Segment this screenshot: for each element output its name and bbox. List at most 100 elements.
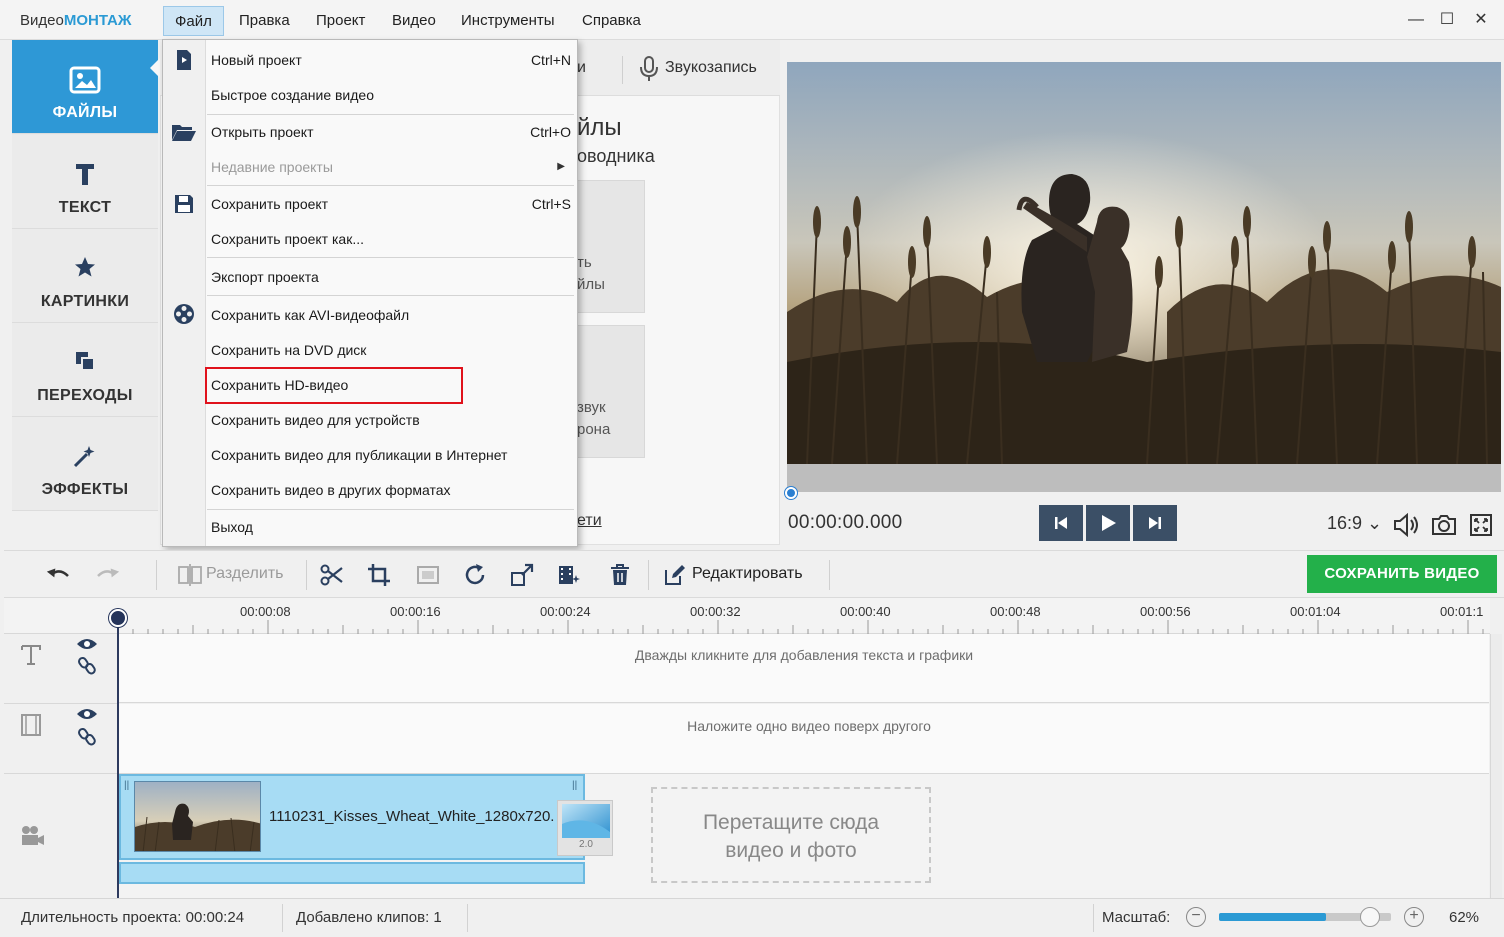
menu-item-save-for-web[interactable]: Сохранить видео для публикации в Интерне… [211, 441, 571, 469]
playhead[interactable] [109, 609, 127, 627]
ruler-tick-label: 00:01:04 [1290, 604, 1341, 619]
crop-icon[interactable] [367, 562, 391, 588]
zoom-out-button[interactable]: − [1186, 907, 1206, 927]
record-tab[interactable]: Звукозапись [665, 59, 757, 77]
menu-separator [207, 185, 574, 186]
sidebar-item-effects[interactable]: ЭФФЕКТЫ [12, 417, 158, 511]
sidebar-item-pictures[interactable]: КАРТИНКИ [12, 229, 158, 323]
menu-item-new-project[interactable]: Новый проект Ctrl+N [211, 46, 571, 74]
edit-button[interactable]: Редактировать [692, 565, 803, 583]
menu-item-save-other-formats[interactable]: Сохранить видео в других форматах [211, 476, 571, 504]
ruler-tick-label: 00:00:24 [540, 604, 591, 619]
drop-zone[interactable]: Перетащите сюда видео и фото [651, 787, 931, 883]
menu-item-save-for-devices[interactable]: Сохранить видео для устройств [211, 406, 571, 434]
sidebar-item-label: ФАЙЛЫ [52, 104, 118, 121]
video-preview[interactable] [787, 62, 1501, 464]
menu-item-save-project[interactable]: Сохранить проект Ctrl+S [211, 190, 571, 218]
trash-icon[interactable] [609, 562, 631, 588]
project-duration: Длительность проекта: 00:00:24 [21, 909, 245, 926]
toolbar-separator [306, 560, 307, 590]
rotate-icon[interactable] [463, 562, 487, 588]
panel-link[interactable]: ети [577, 512, 602, 530]
menu-item-save-avi[interactable]: Сохранить как AVI-видеофайл [211, 301, 571, 329]
menu-item-export-project[interactable]: Экспорт проекта [211, 263, 571, 291]
status-separator [1093, 904, 1094, 932]
menu-tools[interactable]: Инструменты [450, 6, 566, 36]
toolbar-separator [156, 560, 157, 590]
ruler-tick-label: 00:00:56 [1140, 604, 1191, 619]
overlay-track[interactable] [119, 704, 1489, 774]
timeline-scrollbar[interactable] [1490, 634, 1502, 898]
zoom-slider-handle[interactable] [1360, 907, 1380, 927]
menu-item-save-project-as[interactable]: Сохранить проект как... [211, 225, 571, 253]
sidebar-item-transitions[interactable]: ПЕРЕХОДЫ [12, 323, 158, 417]
split-icon [178, 562, 202, 588]
overlay-track-hint: Наложите одно видео поверх другого [687, 718, 931, 734]
film-effects-icon[interactable] [557, 562, 581, 588]
text-icon [12, 161, 158, 191]
next-frame-button[interactable] [1133, 505, 1177, 541]
scissors-icon[interactable] [320, 562, 344, 588]
timecode: 00:00:00.000 [788, 512, 903, 533]
eye-icon[interactable] [76, 636, 98, 652]
menu-project[interactable]: Проект [305, 6, 376, 36]
menu-item-quick-video[interactable]: Быстрое создание видео [211, 81, 571, 109]
menu-item-open-project[interactable]: Открыть проект Ctrl+O [211, 118, 571, 146]
ruler-ticks [118, 620, 1484, 634]
zoom-label: Масштаб: [1102, 909, 1171, 926]
ruler-tick-label: 00:00:48 [990, 604, 1041, 619]
microphone-icon [638, 55, 660, 83]
link-icon[interactable] [78, 727, 96, 747]
seek-handle[interactable] [785, 487, 797, 499]
status-separator [467, 904, 468, 932]
highlight-box [205, 367, 463, 404]
menu-video[interactable]: Видео [381, 6, 447, 36]
overlay-track-film-icon [20, 713, 42, 737]
menu-item-recent-projects[interactable]: Недавние проекты ▶ [211, 153, 571, 181]
menu-file[interactable]: Файл [163, 6, 224, 36]
app-title: ВидеоМОНТАЖ [20, 12, 132, 29]
previous-frame-button[interactable] [1039, 505, 1083, 541]
panel-tab-fragment[interactable]: и [577, 59, 586, 77]
seek-bar[interactable] [787, 464, 1501, 492]
card-label: ть [577, 254, 592, 271]
transition-slot[interactable]: 2.0 [557, 800, 613, 856]
aspect-ratio-select[interactable]: 16:9 ⌄ [1327, 513, 1382, 534]
audio-subtrack[interactable] [119, 862, 585, 884]
volume-icon[interactable] [1393, 513, 1421, 537]
film-reel-icon [171, 301, 197, 327]
menu-edit[interactable]: Правка [228, 6, 301, 36]
fit-frame-icon[interactable] [416, 562, 440, 588]
redo-icon[interactable] [94, 562, 120, 588]
clip-left-handle[interactable]: || [124, 780, 129, 791]
menu-item-save-dvd[interactable]: Сохранить на DVD диск [211, 336, 571, 364]
clips-count: Добавлено клипов: 1 [296, 909, 442, 926]
eye-icon[interactable] [76, 706, 98, 722]
split-button[interactable]: Разделить [206, 565, 283, 583]
zoom-slider-fill [1219, 913, 1326, 921]
status-separator [282, 904, 283, 932]
snapshot-camera-icon[interactable] [1431, 513, 1457, 537]
menu-item-exit[interactable]: Выход [211, 513, 571, 541]
star-icon [12, 255, 158, 285]
maximize-button[interactable]: ☐ [1434, 8, 1460, 32]
sidebar-item-text[interactable]: ТЕКСТ [12, 135, 158, 229]
sidebar-item-files[interactable]: ФАЙЛЫ [12, 40, 158, 134]
undo-icon[interactable] [46, 562, 72, 588]
zoom-in-button[interactable]: + [1404, 907, 1424, 927]
link-icon[interactable] [78, 656, 96, 676]
play-button[interactable] [1086, 505, 1130, 541]
clip-right-handle[interactable]: || [572, 780, 577, 791]
zoom-pan-icon[interactable] [510, 562, 534, 588]
menu-bar [0, 0, 1504, 40]
transitions-icon [12, 349, 158, 379]
divider [622, 56, 623, 84]
text-track[interactable] [119, 634, 1489, 703]
menu-help[interactable]: Справка [571, 6, 652, 36]
minimize-button[interactable]: — [1403, 8, 1429, 32]
save-video-button[interactable]: СОХРАНИТЬ ВИДЕО [1307, 555, 1497, 593]
fullscreen-icon[interactable] [1469, 513, 1493, 537]
close-button[interactable]: ✕ [1468, 8, 1494, 32]
submenu-arrow-icon: ▶ [557, 161, 565, 172]
clip-thumbnail [134, 781, 261, 852]
